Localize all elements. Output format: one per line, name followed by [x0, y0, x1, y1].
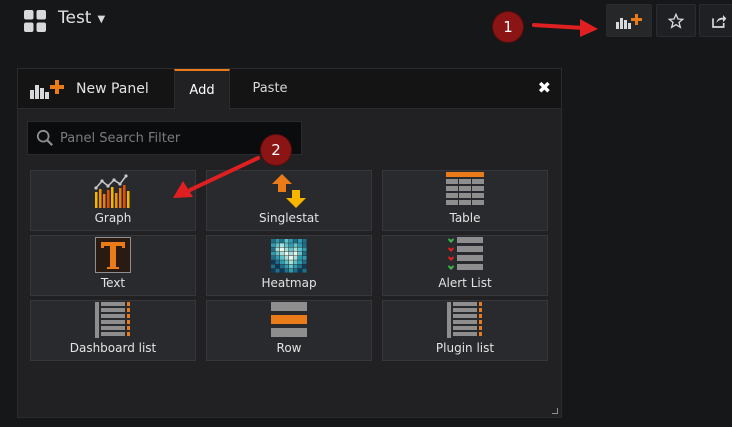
add-panel-button[interactable] — [606, 4, 652, 37]
alert-list-icon — [448, 237, 483, 270]
panel-type-graph[interactable]: Graph — [30, 170, 196, 231]
dashboard-title: Test — [58, 8, 92, 28]
callout-badge-2: 2 — [261, 135, 291, 165]
table-icon — [446, 172, 484, 205]
singlestat-icon — [272, 174, 306, 208]
panel-type-grid: Graph Singlestat Table Text Heatmap Aler… — [30, 170, 548, 361]
top-navbar: Test ▼ — [0, 0, 732, 40]
share-dashboard-button[interactable] — [699, 4, 732, 37]
panel-type-text[interactable]: Text — [30, 235, 196, 296]
panel-type-dashboard-list[interactable]: Dashboard list — [30, 300, 196, 361]
panel-title: New Panel — [18, 69, 174, 108]
panel-type-singlestat[interactable]: Singlestat — [206, 170, 372, 231]
text-icon — [95, 237, 131, 273]
add-panel-icon — [30, 79, 64, 99]
panel-type-heatmap[interactable]: Heatmap — [206, 235, 372, 296]
star-icon — [668, 12, 684, 29]
resize-handle[interactable] — [552, 408, 558, 414]
graph-icon — [94, 174, 130, 208]
tab-paste[interactable]: Paste — [230, 69, 310, 108]
panel-search-input[interactable] — [60, 130, 290, 146]
close-icon[interactable]: ✖ — [538, 80, 551, 96]
panel-title-text: New Panel — [76, 80, 149, 97]
panel-type-plugin-list[interactable]: Plugin list — [382, 300, 548, 361]
plugin-list-icon — [447, 302, 482, 338]
dashboard-list-icon — [95, 302, 130, 338]
search-icon — [36, 129, 53, 146]
heatmap-icon — [271, 239, 307, 273]
dashboard-title-dropdown[interactable]: Test ▼ — [58, 8, 105, 28]
caret-down-icon: ▼ — [97, 14, 106, 25]
panel-type-alert-list[interactable]: Alert List — [382, 235, 548, 296]
panel-type-row[interactable]: Row — [206, 300, 372, 361]
callout-badge-1: 1 — [493, 12, 523, 42]
panel-header: New Panel Add Paste ✖ — [18, 69, 561, 109]
dashboard-grid-icon[interactable] — [24, 10, 46, 32]
panel-type-table[interactable]: Table — [382, 170, 548, 231]
share-icon — [712, 14, 727, 28]
new-panel-dialog: New Panel Add Paste ✖ Panel Search Filte… — [17, 68, 562, 418]
tab-add[interactable]: Add — [174, 69, 230, 109]
add-panel-icon — [616, 13, 642, 29]
star-dashboard-button[interactable] — [656, 4, 696, 37]
row-icon — [271, 302, 307, 337]
